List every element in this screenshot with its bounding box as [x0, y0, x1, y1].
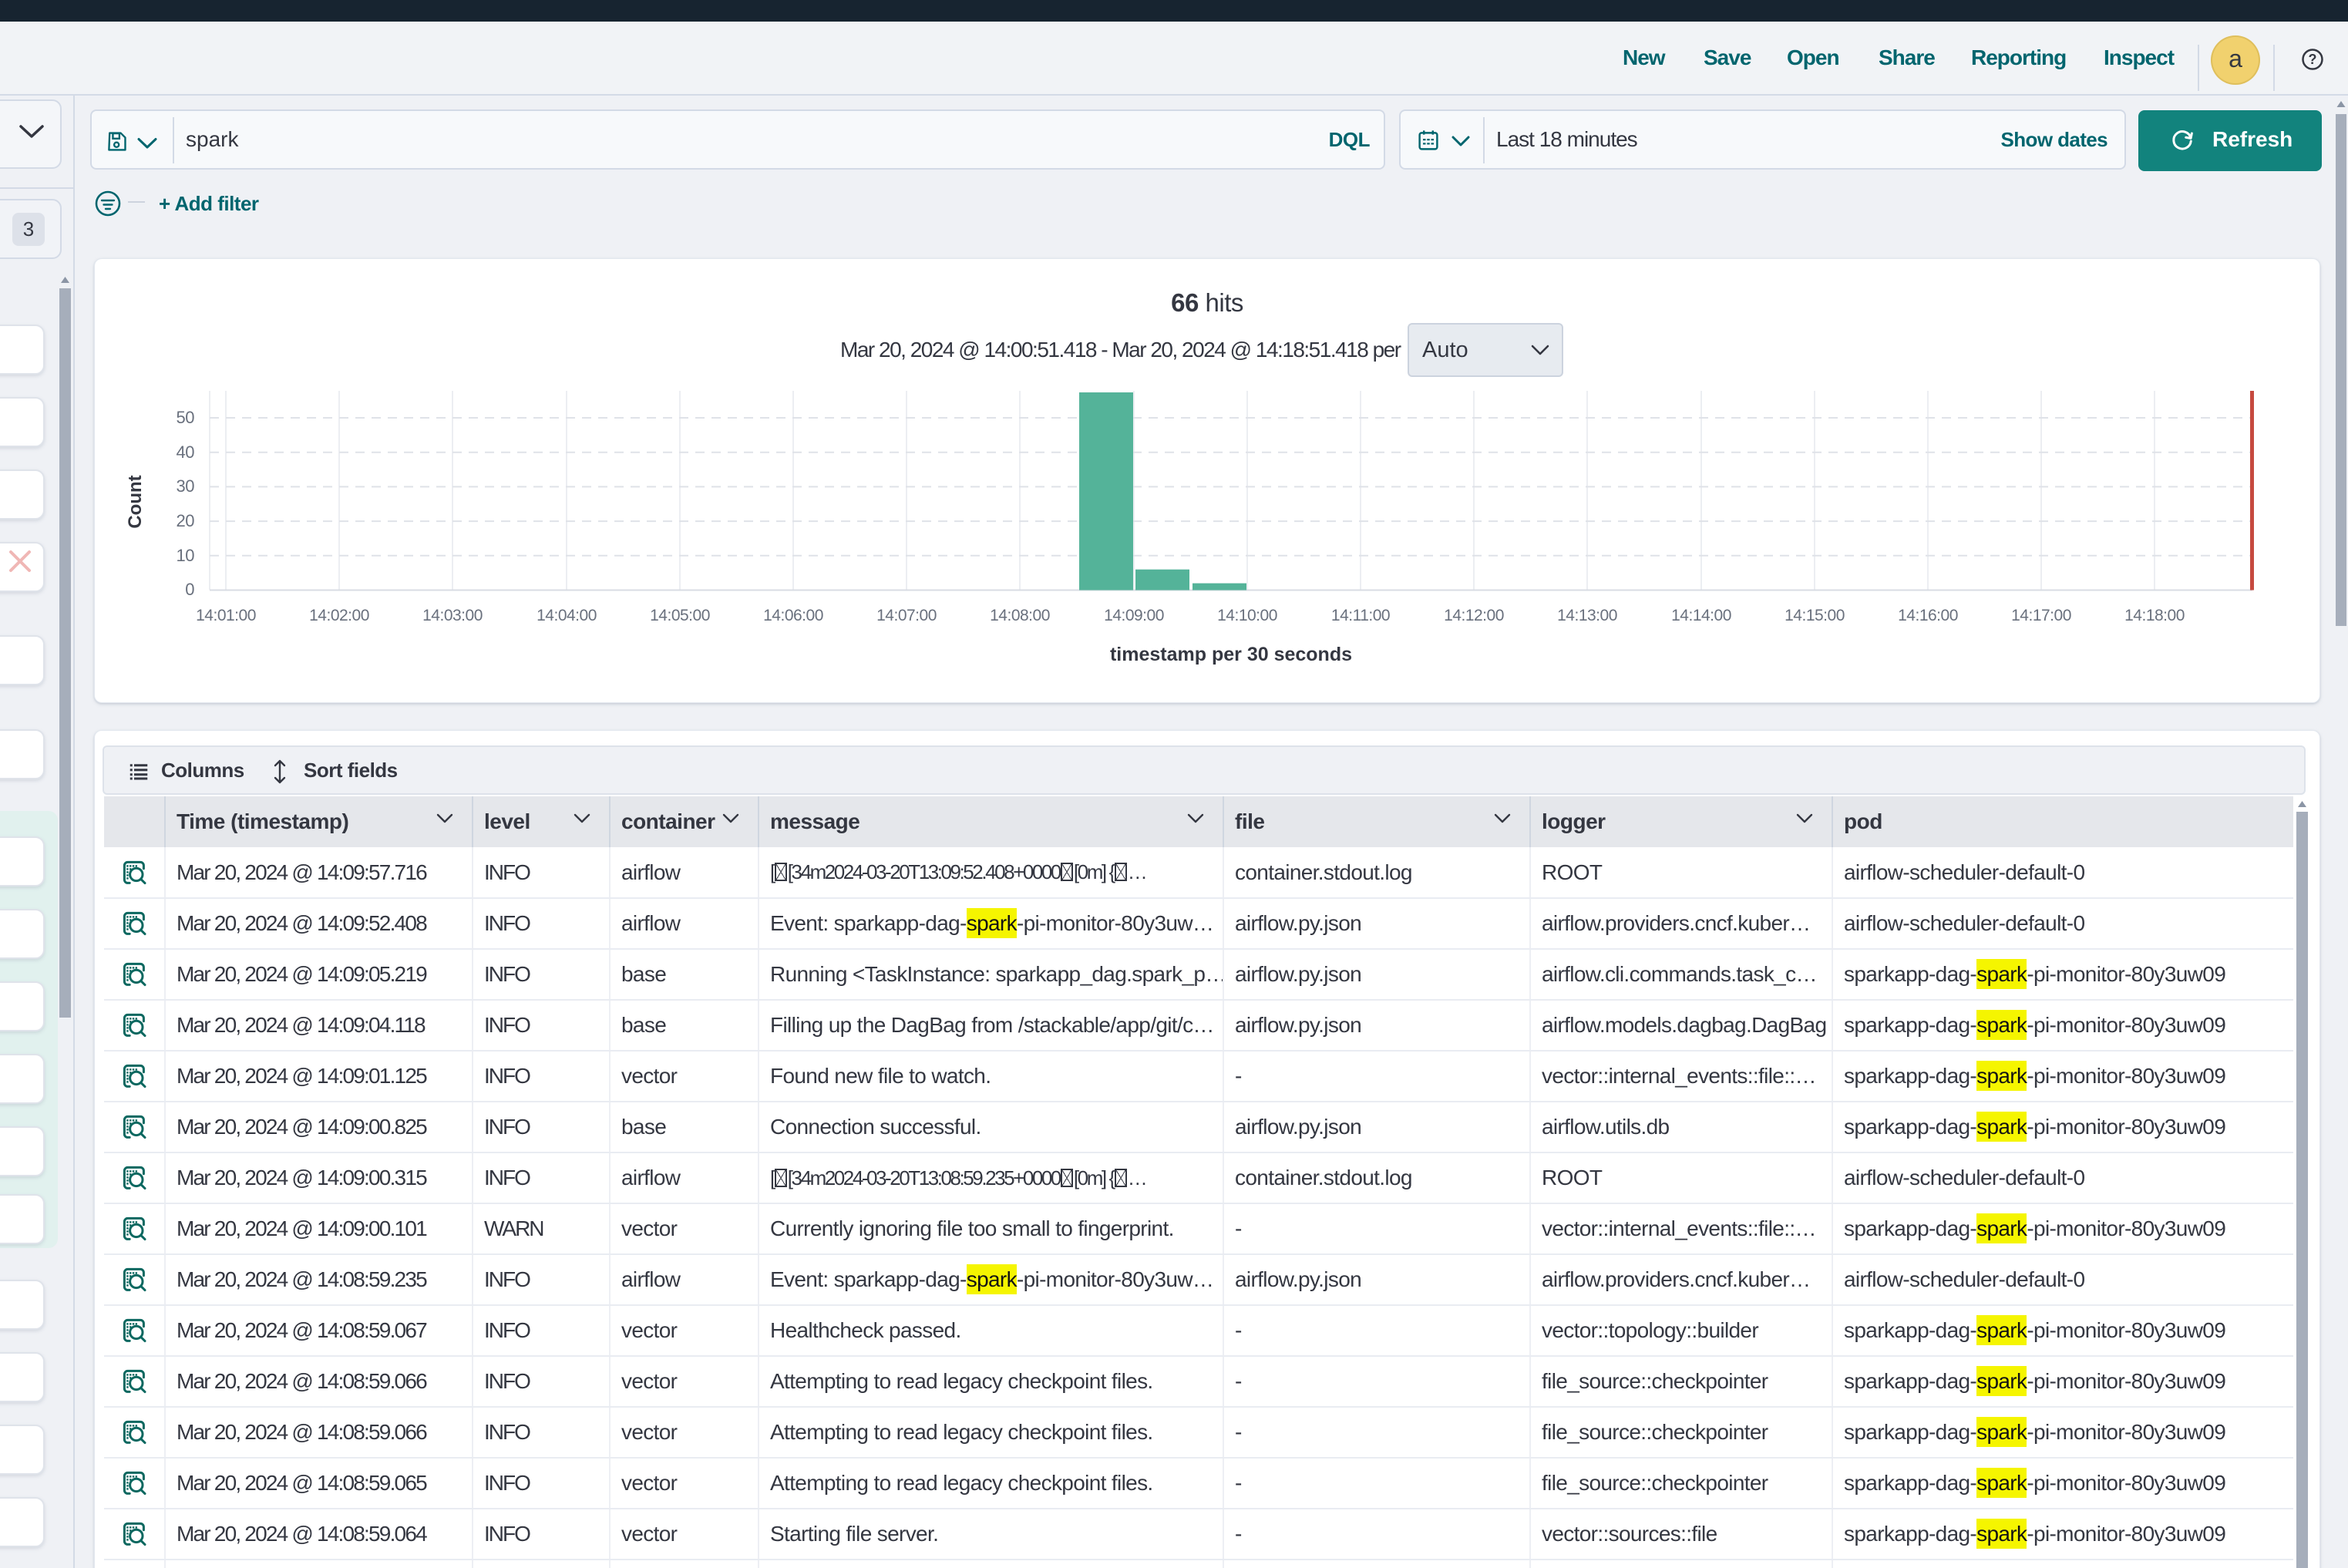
- svg-text:?: ?: [2309, 52, 2317, 67]
